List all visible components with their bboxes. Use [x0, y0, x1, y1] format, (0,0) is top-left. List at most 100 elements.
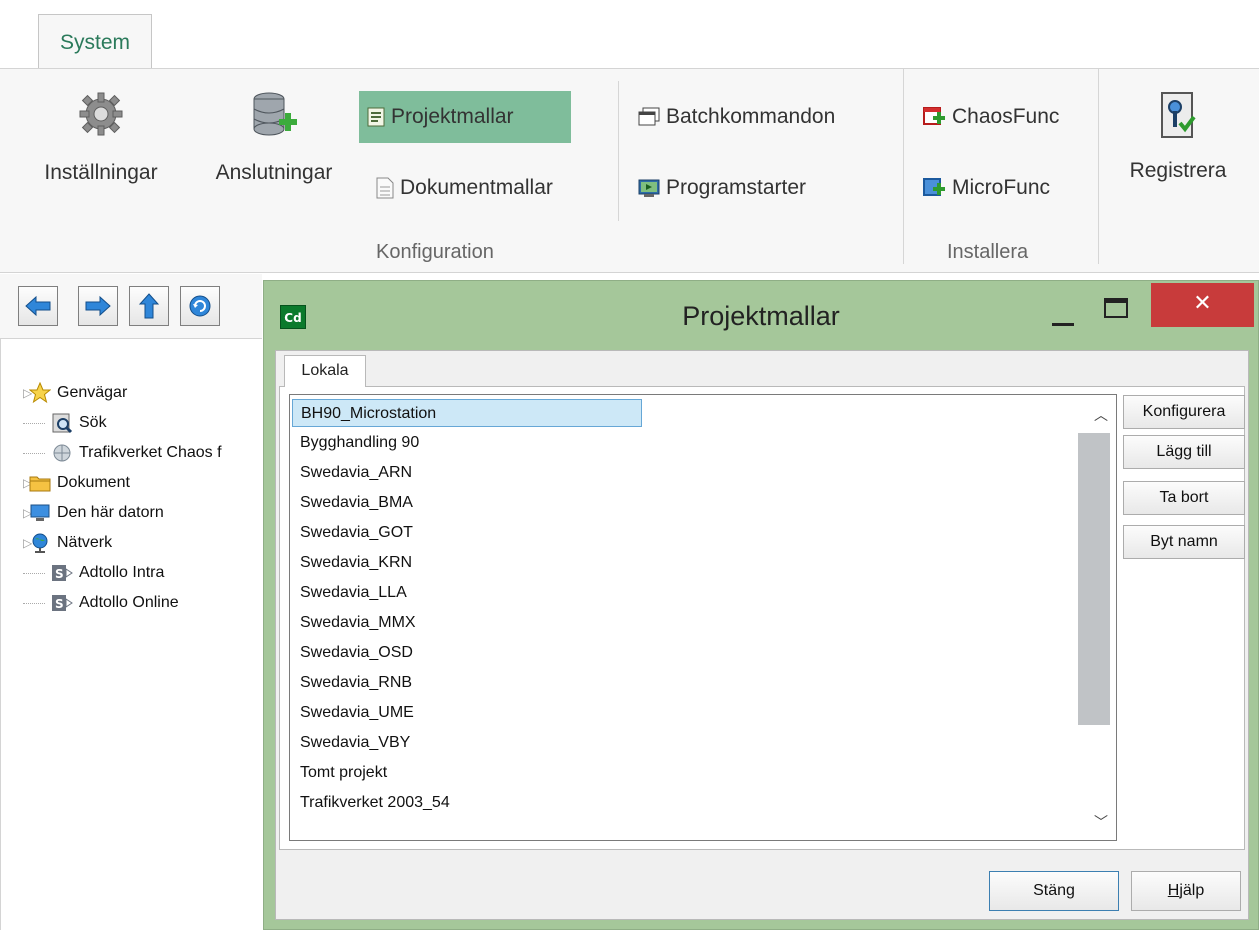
ribbon-separator [903, 69, 904, 264]
up-button[interactable] [129, 286, 169, 326]
navigation-toolbar [0, 274, 262, 338]
tree-label: Dokument [57, 474, 130, 491]
anslutningar-label: Anslutningar [215, 161, 333, 184]
folder-tree: ▷ Genvägar Sök Trafikverket Chaos f ▷ Do… [0, 338, 262, 930]
up-arrow-icon [138, 293, 160, 319]
ribbon-separator [1098, 69, 1099, 264]
back-arrow-icon [25, 295, 51, 317]
template-list[interactable]: BH90_Microstation Bygghandling 90 Swedav… [289, 394, 1117, 841]
list-item[interactable]: Swedavia_MMX [292, 609, 416, 637]
tree-item-den-har-datorn[interactable]: ▷ Den här datorn [1, 499, 164, 527]
tree-item-adtollo-online[interactable]: S Adtollo Online [1, 589, 179, 617]
template-icon [367, 107, 385, 127]
refresh-icon [189, 295, 211, 317]
dialog-content: Lokala BH90_Microstation Bygghandling 90… [275, 350, 1249, 920]
list-item[interactable]: Swedavia_VBY [292, 729, 410, 757]
registrera-button[interactable]: Registrera [1108, 91, 1248, 183]
ta-bort-button[interactable]: Ta bort [1123, 481, 1245, 515]
scroll-down-icon[interactable]: ﹀ [1094, 812, 1108, 832]
tree-label: Trafikverket Chaos f [79, 444, 222, 461]
programstarter-label: Programstarter [666, 176, 807, 199]
hjalp-label: jälp [1179, 882, 1205, 899]
sharepoint-icon: S [52, 565, 73, 581]
svg-text:S: S [55, 597, 64, 611]
svg-text:S: S [55, 567, 64, 581]
microfunc-button[interactable]: MicroFunc [914, 162, 1074, 214]
list-item[interactable]: Swedavia_OSD [292, 639, 413, 667]
tree-item-natverk[interactable]: ▷ Nätverk [1, 529, 112, 557]
tree-item-genvagar[interactable]: ▷ Genvägar [1, 379, 127, 407]
list-item[interactable]: Swedavia_UME [292, 699, 414, 727]
batchkommandon-label: Batchkommandon [666, 105, 836, 128]
tree-label: Adtollo Online [79, 594, 179, 611]
list-item[interactable]: Swedavia_BMA [292, 489, 413, 517]
search-icon [52, 413, 73, 434]
list-item[interactable]: Bygghandling 90 [292, 429, 419, 457]
close-button[interactable]: ✕ [1151, 283, 1254, 327]
list-item[interactable]: BH90_Microstation [292, 399, 642, 427]
dialog-title-bar[interactable]: Cd Projektmallar ✕ [264, 281, 1258, 345]
expand-icon[interactable]: ▷ [1, 386, 32, 400]
close-icon: ✕ [1193, 291, 1212, 316]
list-item[interactable]: Swedavia_RNB [292, 669, 412, 697]
list-item[interactable]: Swedavia_LLA [292, 579, 407, 607]
installningar-label: Inställningar [44, 161, 158, 184]
anslutningar-button[interactable]: Anslutningar [196, 89, 352, 185]
ribbon: Inställningar Anslutningar Projektmallar… [0, 68, 1259, 273]
projektmallar-dialog: Cd Projektmallar ✕ Lokala BH90_Microstat… [263, 280, 1259, 930]
tree-item-adtollo-intra[interactable]: S Adtollo Intra [1, 559, 164, 587]
gear-icon [79, 92, 123, 136]
key-register-icon [1161, 92, 1196, 138]
dokumentmallar-button[interactable]: Dokumentmallar [368, 162, 608, 214]
projektmallar-button[interactable]: Projektmallar [359, 91, 571, 143]
tree-item-dokument[interactable]: ▷ Dokument [1, 469, 130, 497]
network-share-icon [53, 444, 71, 462]
maximize-button[interactable] [1096, 293, 1136, 323]
scroll-up-icon[interactable]: ︿ [1094, 405, 1108, 425]
hjalp-mnemonic: H [1167, 882, 1180, 899]
chaosfunc-icon [923, 107, 945, 125]
byt-namn-button[interactable]: Byt namn [1123, 525, 1245, 559]
tab-lokala[interactable]: Lokala [284, 355, 366, 387]
programstarter-button[interactable]: Programstarter [630, 162, 860, 214]
list-item[interactable]: Swedavia_KRN [292, 549, 412, 577]
refresh-button[interactable] [180, 286, 220, 326]
globe-icon [32, 533, 48, 553]
stang-button[interactable]: Stäng [989, 871, 1119, 911]
minimize-button[interactable] [1042, 299, 1082, 329]
list-item[interactable]: Swedavia_ARN [292, 459, 412, 487]
back-button[interactable] [18, 286, 58, 326]
tree-label: Den här datorn [57, 504, 164, 521]
list-item[interactable]: Swedavia_GOT [292, 519, 413, 547]
tree-item-trafikverket-chaos[interactable]: Trafikverket Chaos f [1, 439, 222, 467]
ribbon-separator [618, 81, 619, 221]
star-icon [29, 382, 51, 404]
konfigurera-button[interactable]: Konfigurera [1123, 395, 1245, 429]
computer-icon [30, 504, 50, 521]
microfunc-label: MicroFunc [952, 176, 1051, 199]
tree-label: Genvägar [57, 384, 128, 401]
ribbon-tab-bar: System [0, 0, 1259, 69]
expand-icon[interactable]: ▷ [1, 476, 32, 490]
chaosfunc-label: ChaosFunc [952, 105, 1060, 128]
lagg-till-button[interactable]: Lägg till [1123, 435, 1245, 469]
forward-button[interactable] [78, 286, 118, 326]
tab-page: BH90_Microstation Bygghandling 90 Swedav… [279, 386, 1245, 850]
chaosfunc-button[interactable]: ChaosFunc [914, 91, 1074, 143]
program-launcher-icon [638, 179, 660, 197]
list-item[interactable]: Tomt projekt [292, 759, 387, 787]
expand-icon[interactable]: ▷ [1, 536, 32, 550]
tree-label: Sök [79, 414, 107, 431]
installningar-button[interactable]: Inställningar [22, 89, 180, 185]
list-item[interactable]: Trafikverket 2003_54 [292, 789, 450, 817]
expand-icon[interactable]: ▷ [1, 506, 32, 520]
sharepoint-icon: S [52, 595, 73, 611]
batchkommandon-button[interactable]: Batchkommandon [630, 91, 890, 143]
projektmallar-label: Projektmallar [391, 105, 514, 128]
group-installera-label: Installera [947, 241, 1029, 263]
tree-item-sok[interactable]: Sök [1, 409, 107, 437]
scrollbar-thumb[interactable] [1078, 433, 1110, 725]
tab-system[interactable]: System [38, 14, 152, 69]
hjalp-button[interactable]: Hjälp [1131, 871, 1241, 911]
microfunc-icon [923, 178, 945, 196]
